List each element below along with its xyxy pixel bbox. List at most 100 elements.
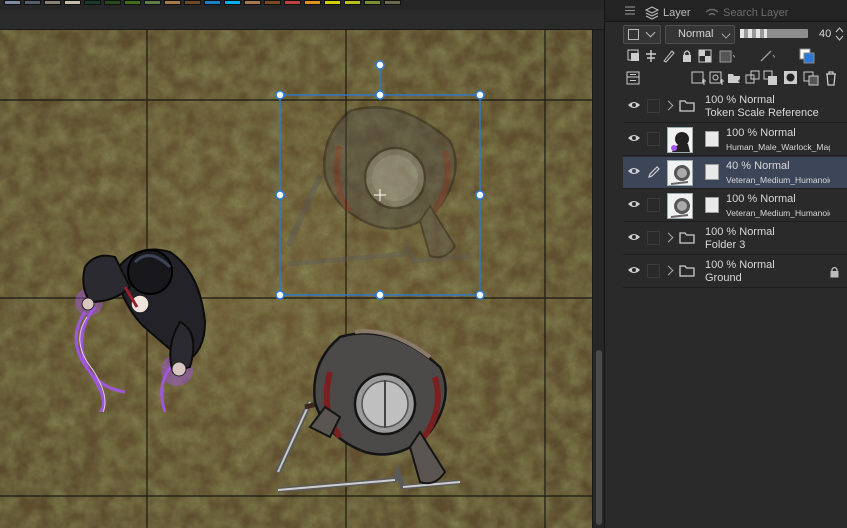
layer-row-folder-3[interactable]: 100 % Normal Folder 3 [623, 223, 847, 255]
center-crosshair-icon [374, 189, 386, 201]
layer-panel: Layer Search Layer Normal 40 100 % Norma… [604, 0, 847, 528]
layer-lock-toggle[interactable] [647, 264, 660, 278]
lock-layer-icon[interactable] [679, 47, 695, 65]
visibility-eye-icon[interactable] [627, 199, 641, 209]
visibility-eye-icon[interactable] [627, 100, 641, 110]
layer-name-label: Veteran_Medium_Humanoid [726, 208, 830, 218]
delete-layer-icon[interactable] [823, 69, 839, 87]
layer-color-icon[interactable] [799, 47, 815, 65]
handle-top-right[interactable] [475, 90, 485, 100]
palette-swatch[interactable] [304, 0, 321, 5]
tab-layer[interactable]: Layer [645, 4, 691, 22]
blend-mode-select[interactable]: Normal [665, 25, 735, 44]
handle-bottom[interactable] [375, 290, 385, 300]
chevron-right-icon[interactable] [663, 100, 674, 111]
handle-right[interactable] [475, 190, 485, 200]
palette-swatch[interactable] [264, 0, 281, 5]
chevron-right-icon[interactable] [663, 232, 674, 243]
clip-layer-icon[interactable] [625, 47, 641, 65]
chevron-down-icon [645, 27, 656, 38]
canvas-top-bar [0, 10, 604, 30]
visibility-eye-icon[interactable] [627, 133, 641, 143]
new-folder-icon[interactable] [727, 69, 743, 87]
veteran-token[interactable] [270, 322, 470, 504]
layer-mode-label: 40 % Normal [726, 160, 790, 172]
layer-lock-toggle[interactable] [647, 231, 660, 245]
palette-swatch[interactable] [364, 0, 381, 5]
palette-swatch[interactable] [124, 0, 141, 5]
draft-layer-icon[interactable] [661, 47, 677, 65]
palette-swatch[interactable] [244, 0, 261, 5]
palette-swatch[interactable] [184, 0, 201, 5]
visibility-eye-icon[interactable] [627, 232, 641, 242]
new-vector-layer-icon[interactable] [709, 69, 725, 87]
palette-swatch[interactable] [344, 0, 361, 5]
opacity-spinner-icon[interactable] [835, 27, 844, 41]
scrollbar-thumb[interactable] [596, 350, 602, 525]
opacity-value[interactable]: 40 [819, 28, 831, 40]
handle-left[interactable] [275, 190, 285, 200]
expression-color-select[interactable] [623, 25, 661, 44]
palette-swatch[interactable] [224, 0, 241, 5]
expression-swatch-icon [628, 29, 639, 40]
layer-row-veteran-medium-humanoid-ghost[interactable]: 40 % Normal Veteran_Medium_Humanoid [623, 157, 847, 189]
blend-row: Normal 40 [623, 25, 847, 45]
ruler-display-icon[interactable] [759, 47, 775, 65]
layer-name-label: Veteran_Medium_Humanoid [726, 175, 830, 185]
transfer-layer-icon[interactable] [745, 69, 761, 87]
palette-swatch[interactable] [384, 0, 401, 5]
lock-transparency-icon[interactable] [697, 47, 713, 65]
layer-row-ground[interactable]: 100 % Normal Ground [623, 256, 847, 288]
tab-search-layer[interactable]: Search Layer [705, 4, 788, 22]
folder-icon [679, 265, 695, 277]
visibility-eye-icon[interactable] [627, 166, 641, 176]
handle-bottom-right[interactable] [475, 290, 485, 300]
palette-swatch[interactable] [44, 0, 61, 5]
visibility-eye-icon[interactable] [627, 265, 641, 275]
layer-lock-toggle[interactable] [647, 198, 660, 212]
layer-actions-toolbar [623, 69, 847, 89]
apply-mask-icon[interactable] [803, 69, 819, 87]
new-raster-layer-icon[interactable] [691, 69, 707, 87]
create-mask-icon[interactable] [783, 69, 799, 87]
layer-lock-toggle[interactable] [647, 99, 660, 113]
folder-icon [679, 232, 695, 244]
layer-list: 100 % Normal Token Scale Reference 100 %… [623, 91, 847, 528]
palette-swatch[interactable] [284, 0, 301, 5]
palette-swatch[interactable] [164, 0, 181, 5]
palette-swatch[interactable] [64, 0, 81, 5]
tab-layer-label: Layer [663, 7, 691, 19]
panel-tab-bar: Layer Search Layer [605, 0, 847, 22]
palette-swatch[interactable] [204, 0, 221, 5]
reference-layer-icon[interactable] [643, 47, 659, 65]
palette-swatch[interactable] [84, 0, 101, 5]
palette-swatch[interactable] [144, 0, 161, 5]
canvas-vertical-scrollbar[interactable] [592, 30, 604, 528]
mask-enable-icon[interactable] [719, 47, 735, 65]
chevron-right-icon[interactable] [663, 265, 674, 276]
palette-swatch[interactable] [104, 0, 121, 5]
handle-top[interactable] [375, 90, 385, 100]
transform-selection-box[interactable] [270, 56, 492, 306]
palette-swatch[interactable] [324, 0, 341, 5]
warlock-token[interactable] [55, 212, 225, 412]
layer-thumbnail [667, 160, 693, 186]
handle-top-left[interactable] [275, 90, 285, 100]
layer-row-veteran-medium-humanoid[interactable]: 100 % Normal Veteran_Medium_Humanoid [623, 190, 847, 222]
panel-menu-icon[interactable] [625, 6, 635, 15]
layer-row-human-male-warlock[interactable]: 100 % Normal Human_Male_Warlock_Mag [623, 124, 847, 156]
layer-lock-toggle[interactable] [647, 132, 660, 146]
palette-swatch[interactable] [24, 0, 41, 5]
layer-property-toolbar [623, 47, 847, 67]
handle-bottom-left[interactable] [275, 290, 285, 300]
opacity-slider-fill [740, 29, 768, 38]
rotate-handle[interactable] [375, 60, 385, 70]
layer-panel-options-icon[interactable] [625, 69, 641, 87]
palette-swatch[interactable] [4, 0, 21, 5]
merge-down-icon[interactable] [763, 69, 779, 87]
opacity-slider[interactable] [740, 29, 808, 38]
layer-mode-label: 100 % Normal [726, 127, 796, 139]
canvas[interactable] [0, 30, 592, 528]
layer-row-token-scale-reference[interactable]: 100 % Normal Token Scale Reference [623, 91, 847, 123]
lock-icon[interactable] [829, 266, 840, 278]
